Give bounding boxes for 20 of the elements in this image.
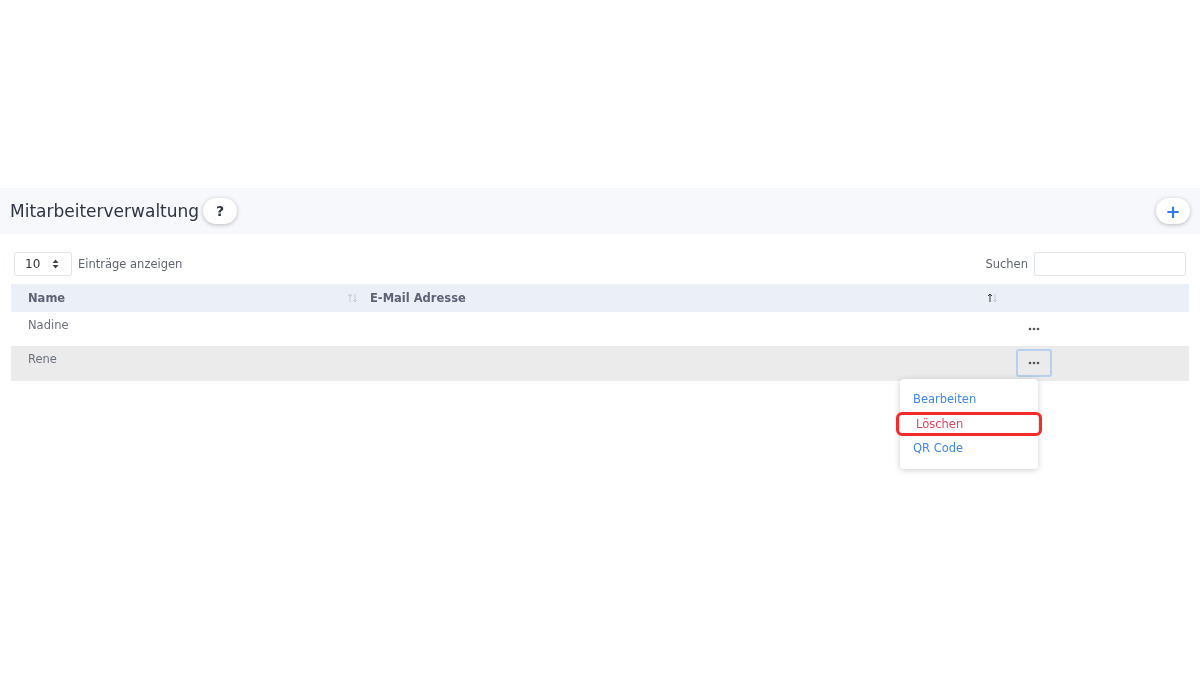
search-label: Suchen [985,257,1028,271]
column-header[interactable]: E-Mail Adresse [370,291,466,305]
menu-item[interactable]: Bearbeiten [896,387,1042,412]
name-cell: Nadine [28,318,69,332]
page-size-label: Einträge anzeigen [78,257,183,271]
dots-icon [1028,361,1040,365]
updown-icon [52,259,59,269]
menu-item[interactable]: QR Code [896,436,1042,461]
sort-icon[interactable] [987,293,998,303]
menu-item[interactable]: Löschen [896,411,1042,436]
column-header[interactable]: Name [28,291,66,305]
table-row[interactable]: Nadine [11,312,1189,346]
dots-icon [1028,327,1040,331]
page-title: Mitarbeiterverwaltung [10,201,200,221]
more-button[interactable] [1016,349,1052,377]
add-button[interactable]: + [1156,198,1190,224]
name-cell: Rene [28,352,57,366]
help-button[interactable]: ? [203,198,238,224]
search-field[interactable] [1034,252,1186,276]
page-size-select[interactable]: 10 [14,252,72,276]
